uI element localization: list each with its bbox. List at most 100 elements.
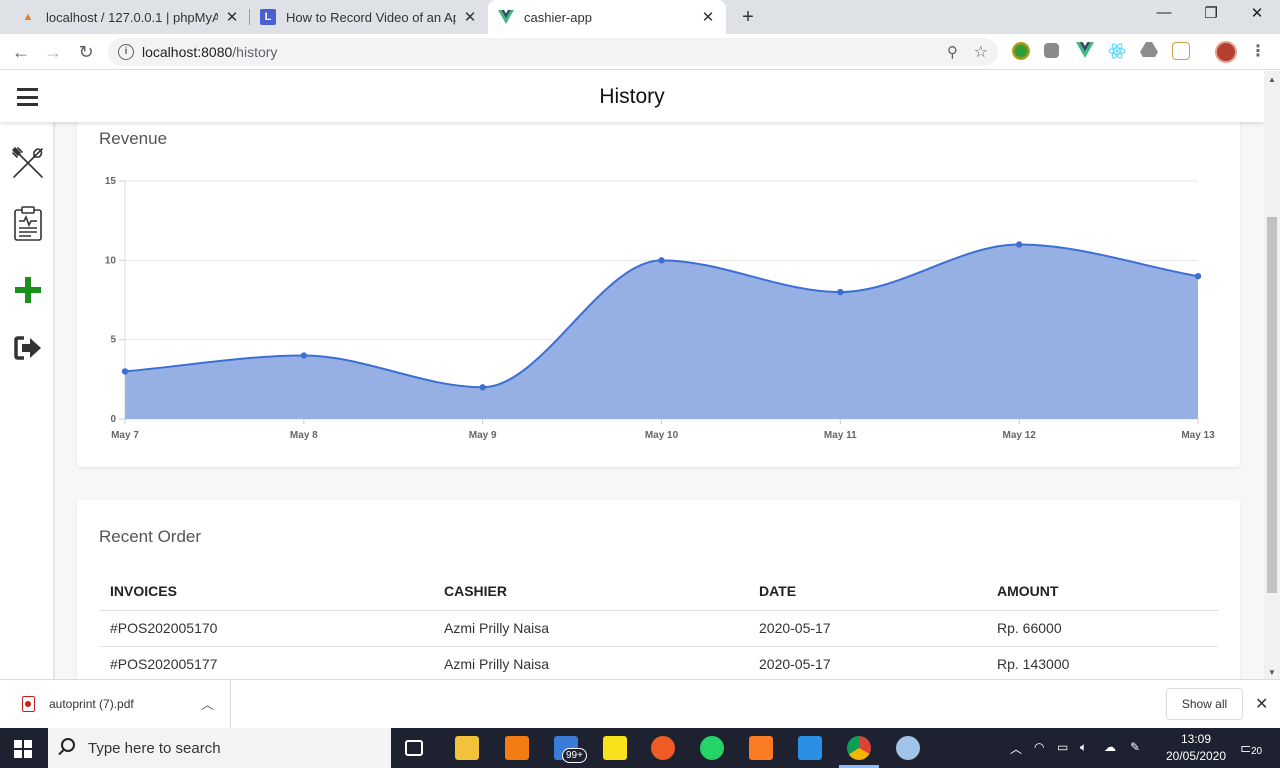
tab-phpmyadmin[interactable]: ▲ localhost / 127.0.0.1 | phpMyAdm ✕: [10, 0, 250, 34]
scroll-thumb[interactable]: [1267, 217, 1277, 593]
add-icon[interactable]: [11, 273, 45, 307]
table-header-row: INVOICES CASHIER DATE AMOUNT: [99, 572, 1218, 611]
extension-drive-icon[interactable]: [1140, 42, 1158, 60]
data-point: [121, 368, 129, 375]
forward-icon[interactable]: →: [42, 41, 64, 63]
data-point: [658, 257, 665, 264]
date-cell: 2020-05-17: [748, 646, 986, 679]
download-item[interactable]: autoprint (7).pdf ︿: [0, 680, 231, 729]
invoice-cell: #POS202005170: [99, 610, 433, 647]
task-view-icon[interactable]: [405, 740, 423, 756]
clock-date: 20/05/2020: [1165, 749, 1227, 763]
scroll-down-arrow-icon[interactable]: ▼: [1268, 668, 1276, 677]
revenue-card: Revenue 0 5 10 15 May 7 May 8 May 9 May 10 May 1…: [77, 111, 1240, 467]
article-favicon-icon: L: [260, 9, 276, 25]
vue-favicon-icon: [498, 9, 514, 25]
tab-record-video[interactable]: L How to Record Video of an App ✕: [250, 0, 488, 34]
site-info-icon[interactable]: i: [118, 44, 134, 60]
extension-note-icon[interactable]: [1172, 42, 1190, 60]
scroll-up-arrow-icon[interactable]: ▲: [1268, 75, 1276, 84]
new-tab-icon[interactable]: +: [738, 6, 758, 29]
vscode-icon[interactable]: [798, 736, 822, 760]
tab-title: localhost / 127.0.0.1 | phpMyAdm: [46, 9, 218, 25]
sticky-notes-icon[interactable]: [603, 736, 627, 760]
battery-icon[interactable]: ▭: [1057, 740, 1068, 754]
url-text[interactable]: localhost:8080/history: [142, 44, 277, 60]
amount-cell: Rp. 66000: [986, 610, 1218, 647]
extension-react-icon[interactable]: [1108, 42, 1126, 60]
phpmyadmin-favicon-icon: ▲: [22, 11, 34, 23]
data-point: [300, 352, 308, 359]
volume-icon[interactable]: 🔈︎: [1080, 740, 1087, 755]
back-icon[interactable]: ←: [10, 41, 32, 63]
show-all-button[interactable]: Show all: [1166, 688, 1243, 720]
chrome-icon[interactable]: [847, 736, 871, 760]
notification-count: 20: [1250, 746, 1264, 757]
page-scrollbar[interactable]: ▲ ▼: [1264, 71, 1280, 679]
logout-icon[interactable]: [11, 331, 45, 365]
y-tick-label: 5: [110, 335, 116, 346]
browser-menu-icon[interactable]: ⋮: [1250, 41, 1266, 61]
tab-cashier-app[interactable]: cashier-app ✕: [488, 0, 726, 34]
mail-badge: 99+: [562, 748, 587, 763]
file-explorer-icon[interactable]: [455, 736, 479, 760]
y-tick-label: 15: [105, 176, 117, 187]
chevron-up-icon[interactable]: ︿: [1010, 740, 1022, 757]
table-row[interactable]: #POS202005177 Azmi Prilly Naisa 2020-05-…: [99, 646, 1218, 679]
close-tab-icon[interactable]: ✕: [700, 8, 716, 26]
windows-start-icon[interactable]: [14, 740, 32, 758]
minimize-icon[interactable]: —: [1149, 4, 1179, 21]
recent-order-title: Recent Order: [99, 527, 202, 546]
pdf-file-icon: [22, 696, 35, 712]
app-viewport: History Revenue 0 5 10 15 May 7 May 8 Ma…: [0, 71, 1280, 679]
column-header-invoices: INVOICES: [99, 572, 433, 611]
close-tab-icon[interactable]: ✕: [462, 8, 478, 26]
browser-tab-strip: ▲ localhost / 127.0.0.1 | phpMyAdm ✕ L H…: [0, 0, 1280, 34]
chevron-up-icon[interactable]: ︿: [201, 694, 214, 713]
bookmark-star-icon[interactable]: ☆: [974, 42, 988, 62]
wifi-icon[interactable]: ◠: [1034, 740, 1044, 754]
clock-time: 13:09: [1180, 732, 1212, 746]
cloud-icon[interactable]: ☁: [1104, 740, 1116, 754]
x-tick-label: May 8: [290, 430, 318, 441]
fork-knife-icon[interactable]: [11, 146, 45, 180]
clipboard-icon[interactable]: [11, 206, 45, 241]
whatsapp-icon[interactable]: [700, 736, 724, 760]
xampp-icon[interactable]: [749, 736, 773, 760]
zoom-icon[interactable]: ⚲: [947, 43, 958, 61]
x-tick-label: May 10: [645, 430, 679, 441]
x-tick-label: May 13: [1181, 430, 1215, 441]
taskbar-clock[interactable]: 13:09 20/05/2020: [1156, 731, 1236, 765]
table-row[interactable]: #POS202005170 Azmi Prilly Naisa 2020-05-…: [99, 610, 1218, 647]
sublime-text-icon[interactable]: [505, 736, 529, 760]
download-bar: autoprint (7).pdf ︿ Show all ✕: [0, 679, 1280, 729]
x-tick-label: May 11: [824, 430, 857, 441]
search-icon: [61, 738, 75, 752]
close-tab-icon[interactable]: ✕: [224, 8, 240, 26]
y-tick-label: 0: [110, 414, 116, 425]
amount-cell: Rp. 143000: [986, 646, 1218, 679]
sidebar: [0, 122, 55, 679]
extension-vue-devtools-icon[interactable]: [1076, 42, 1094, 60]
address-bar[interactable]: i localhost:8080/history ⚲ ☆: [108, 38, 998, 66]
extension-copy-icon[interactable]: [1044, 43, 1059, 58]
profile-avatar[interactable]: [1215, 41, 1237, 63]
revenue-area-fill: [125, 244, 1198, 419]
invoice-cell: #POS202005177: [99, 646, 433, 679]
browser-toolbar: ← → ↻ i localhost:8080/history ⚲ ☆ ⋮: [0, 34, 1280, 70]
x-tick-label: May 7: [111, 430, 139, 441]
page-title: History: [599, 85, 665, 108]
pen-icon[interactable]: ✎: [1130, 740, 1140, 754]
date-cell: 2020-05-17: [748, 610, 986, 647]
taskbar-search[interactable]: Type here to search: [48, 728, 391, 768]
restore-icon[interactable]: ❐: [1196, 4, 1226, 22]
reload-icon[interactable]: ↻: [75, 41, 97, 63]
app-header: History: [0, 71, 1264, 122]
postman-icon[interactable]: [651, 736, 675, 760]
data-point: [1015, 241, 1023, 248]
paint-icon[interactable]: [896, 736, 920, 760]
extension-globe-icon[interactable]: [1012, 42, 1030, 60]
notification-center-icon[interactable]: ▭ 20: [1240, 738, 1264, 758]
close-download-bar-icon[interactable]: ✕: [1255, 694, 1268, 714]
close-window-icon[interactable]: ✕: [1242, 4, 1272, 22]
